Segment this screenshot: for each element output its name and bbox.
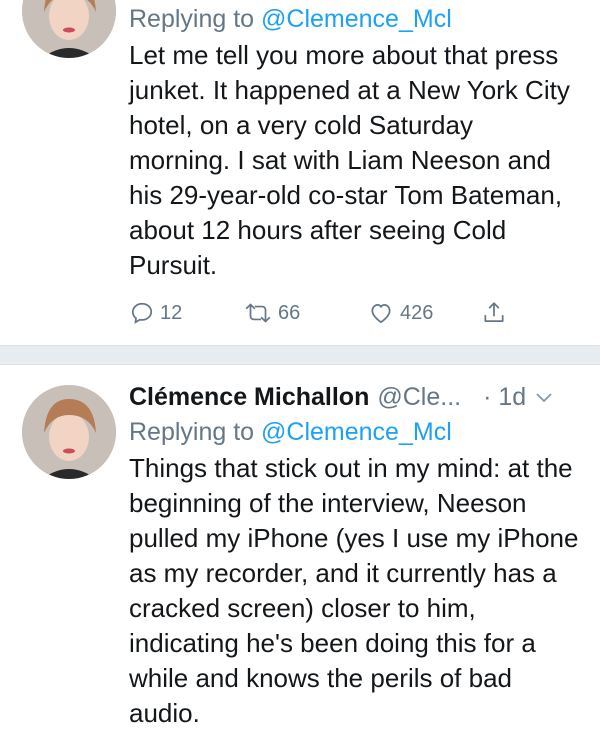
replying-to-label: Replying to [129,418,262,446]
like-button[interactable]: 426 [367,300,433,326]
reply-count: 12 [160,301,183,324]
display-name[interactable]: Clémence Michallon [129,383,369,412]
tweet-content: Clémence Michallon @Cle... · 1d Replying… [129,381,580,731]
more-options-button[interactable] [534,390,554,404]
retweet-count: 66 [278,301,301,324]
tweet-text: Let me tell you more about that press ju… [129,40,570,280]
timestamp[interactable]: · 1d [483,383,526,412]
tweet-1[interactable]: Replying to @Clemence_Mcl Let me tell yo… [0,0,600,345]
avatar[interactable] [22,385,116,479]
retweet-button[interactable]: 66 [243,300,300,326]
avatar-image [22,385,116,479]
tweet-divider [0,345,600,365]
tweet-actions: 12 66 426 [129,300,529,336]
mention-link[interactable]: @Clemence_Mcl [261,418,452,446]
avatar-image [22,0,116,58]
tweet-text: Things that stick out in my mind: at the… [129,453,579,728]
tweet-2[interactable]: Clémence Michallon @Cle... · 1d Replying… [0,365,600,745]
reply-icon [131,302,153,324]
chevron-down-icon [536,393,552,403]
tweet-header: Clémence Michallon @Cle... · 1d [129,381,580,413]
share-button[interactable] [481,300,507,326]
heart-icon [371,304,391,324]
user-handle[interactable]: @Cle... [377,383,461,412]
avatar[interactable] [22,0,116,58]
like-count: 426 [400,301,434,324]
share-icon [484,302,504,322]
replying-to-line: Replying to @Clemence_Mcl [129,0,580,38]
reply-button[interactable]: 12 [129,300,182,326]
replying-to-label: Replying to [129,5,262,33]
retweet-icon [245,303,271,323]
mention-link[interactable]: @Clemence_Mcl [261,5,452,33]
tweet-content: Replying to @Clemence_Mcl Let me tell yo… [129,0,580,283]
replying-to-line: Replying to @Clemence_Mcl [129,413,580,451]
